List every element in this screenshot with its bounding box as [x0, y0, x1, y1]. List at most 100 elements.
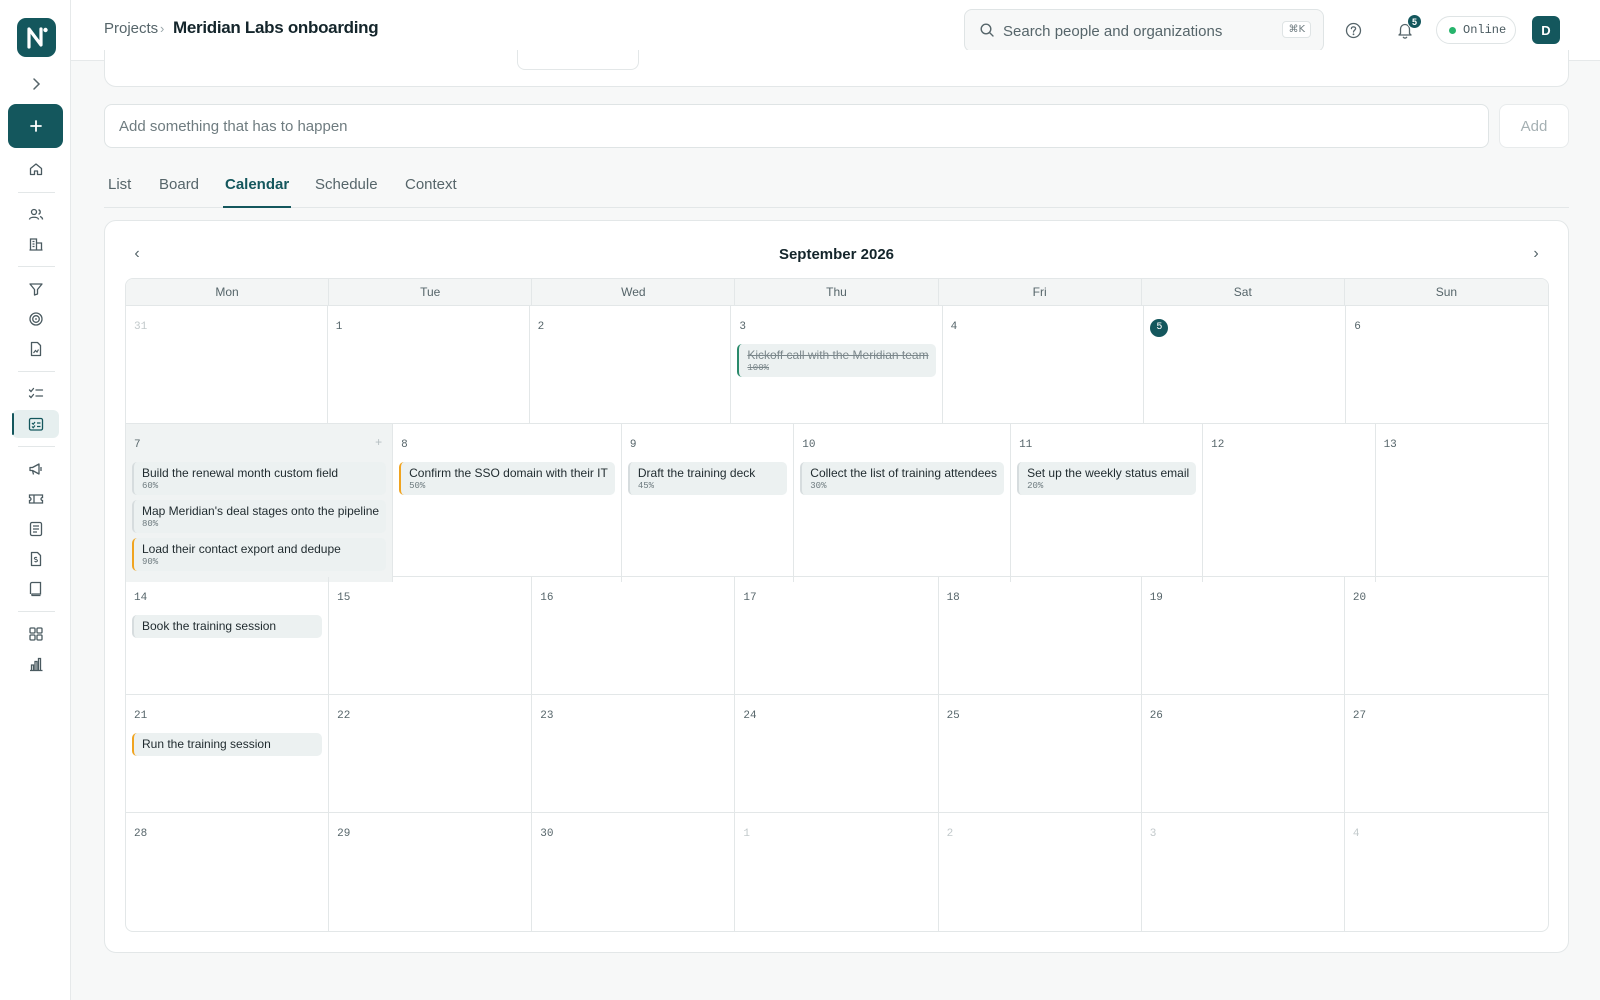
- day-number: 31: [134, 321, 148, 333]
- sidebar-item-tickets[interactable]: [22, 485, 50, 513]
- calendar-day-cell[interactable]: 31: [126, 306, 328, 423]
- calendar-event[interactable]: Set up the weekly status email 20%: [1017, 462, 1197, 495]
- event-title: Load their contact export and dedupe: [142, 542, 341, 556]
- sidebar-item-documents[interactable]: [22, 515, 50, 543]
- calendar-event[interactable]: Map Meridian's deal stages onto the pipe…: [132, 500, 387, 533]
- calendar-day-cell[interactable]: 19: [1142, 577, 1345, 694]
- calendar-day-cell[interactable]: 30: [532, 813, 736, 931]
- calendar-day-cell[interactable]: 8 Confirm the SSO domain with their IT 50%: [393, 424, 622, 582]
- sidebar-item-tasks[interactable]: [22, 380, 50, 408]
- app-logo[interactable]: [17, 18, 56, 57]
- day-number: 23: [540, 710, 554, 722]
- calendar-event[interactable]: Kickoff call with the Meridian team 100%: [737, 344, 936, 377]
- calendar-event[interactable]: Load their contact export and dedupe 90%: [132, 538, 387, 571]
- calendar-day-cell[interactable]: 4: [943, 306, 1145, 423]
- calendar-day-cell[interactable]: 6: [1346, 306, 1548, 423]
- sidebar-item-people[interactable]: [22, 200, 50, 228]
- project-summary-card: [104, 50, 1569, 87]
- add-item-button[interactable]: Add: [1499, 104, 1569, 148]
- expand-sidebar-button[interactable]: [24, 72, 48, 96]
- weekday-header: Fri: [939, 279, 1142, 305]
- calendar-day-cell[interactable]: 2: [530, 306, 732, 423]
- global-search[interactable]: ⌘K: [964, 9, 1324, 52]
- day-events: Set up the weekly status email 20%: [1017, 462, 1197, 495]
- event-title: Collect the list of training attendees: [810, 466, 998, 480]
- sidebar-item-projects[interactable]: [12, 410, 59, 438]
- calendar-day-cell[interactable]: 26: [1142, 695, 1345, 812]
- search-icon: [979, 22, 995, 43]
- sidebar-divider: [18, 266, 55, 267]
- sidebar-item-analytics[interactable]: [22, 650, 50, 678]
- calendar-day-cell[interactable]: 3 Kickoff call with the Meridian team 100%: [731, 306, 943, 423]
- tab-context[interactable]: Context: [403, 176, 459, 208]
- calendar-event[interactable]: Book the training session: [132, 615, 323, 638]
- sidebar-item-pipeline[interactable]: [22, 275, 50, 303]
- calendar-day-cell[interactable]: 24: [735, 695, 939, 812]
- day-number: 18: [946, 592, 960, 604]
- event-progress: 30%: [810, 481, 827, 491]
- calendar-day-cell[interactable]: 27: [1345, 695, 1548, 812]
- calendar-day-cell[interactable]: 7 + Build the renewal month custom field 60…: [126, 424, 394, 582]
- tab-schedule[interactable]: Schedule: [313, 176, 380, 208]
- calendar-event[interactable]: Draft the training deck 45%: [627, 462, 788, 495]
- calendar-day-cell[interactable]: 20: [1345, 577, 1548, 694]
- calendar-day-cell[interactable]: 16: [532, 577, 736, 694]
- sidebar-item-invoices[interactable]: [22, 545, 50, 573]
- calendar-day-cell[interactable]: 4: [1345, 813, 1548, 931]
- day-events: Build the renewal month custom field 60% M…: [132, 462, 387, 571]
- sidebar-divider: [18, 446, 55, 447]
- sidebar-item-goals[interactable]: [22, 305, 50, 333]
- sidebar-item-reports[interactable]: [22, 335, 50, 363]
- calendar-day-cell[interactable]: 11 Set up the weekly status email 20%: [1011, 424, 1204, 582]
- tab-calendar[interactable]: Calendar: [223, 176, 292, 208]
- calendar-day-cell[interactable]: 15: [329, 577, 533, 694]
- day-number: 13: [1383, 439, 1397, 451]
- sidebar-divider: [18, 192, 55, 193]
- calendar-day-cell[interactable]: 3: [1142, 813, 1345, 931]
- calendar-day-cell[interactable]: 1: [328, 306, 530, 423]
- calendar-day-cell[interactable]: 5: [1144, 306, 1347, 423]
- calendar-day-cell[interactable]: 13: [1376, 424, 1548, 582]
- event-progress: 90%: [142, 557, 159, 567]
- search-input[interactable]: [1003, 20, 1273, 42]
- calendar-event[interactable]: Run the training session: [132, 733, 323, 756]
- sidebar-item-knowledge[interactable]: [22, 575, 50, 603]
- sidebar-item-campaigns[interactable]: [22, 455, 50, 483]
- invoice-icon: [30, 551, 42, 567]
- calendar-day-cell[interactable]: 9 Draft the training deck 45%: [622, 424, 795, 582]
- new-item-input[interactable]: [104, 104, 1489, 148]
- calendar-day-cell[interactable]: 17: [735, 577, 939, 694]
- calendar-week-row: 14 Book the training session 15 16 17 18 19 20: [126, 577, 1548, 695]
- calendar-event[interactable]: Confirm the SSO domain with their IT 50%: [399, 462, 615, 495]
- user-avatar[interactable]: D: [1532, 16, 1560, 44]
- breadcrumb-projects[interactable]: Projects: [104, 20, 158, 37]
- calendar-event[interactable]: Collect the list of training attendees 30…: [800, 462, 1005, 495]
- calendar-day-cell[interactable]: 28: [126, 813, 330, 931]
- tab-list[interactable]: List: [106, 176, 133, 208]
- calendar-day-cell[interactable]: 22: [329, 695, 533, 812]
- sidebar-item-home[interactable]: [22, 155, 50, 183]
- help-button[interactable]: [1341, 18, 1365, 42]
- page-title: Meridian Labs onboarding: [173, 18, 379, 37]
- calendar-day-cell[interactable]: 25: [939, 695, 1142, 812]
- add-event-icon[interactable]: +: [375, 435, 382, 449]
- calendar-day-cell[interactable]: 18: [939, 577, 1142, 694]
- tab-board[interactable]: Board: [157, 176, 201, 208]
- day-number: 28: [134, 828, 148, 840]
- sidebar-item-apps[interactable]: [22, 620, 50, 648]
- calendar-day-cell[interactable]: 29: [329, 813, 533, 931]
- create-new-button[interactable]: [8, 104, 63, 148]
- calendar-day-cell[interactable]: 2: [939, 813, 1142, 931]
- calendar-day-cell[interactable]: 10 Collect the list of training attendees…: [794, 424, 1012, 582]
- calendar-day-cell[interactable]: 23: [532, 695, 736, 812]
- event-title: Kickoff call with the Meridian team: [747, 348, 929, 362]
- presence-status[interactable]: Online: [1436, 16, 1516, 44]
- calendar-day-cell[interactable]: 12: [1203, 424, 1376, 582]
- calendar-day-cell[interactable]: 14 Book the training session: [126, 577, 330, 694]
- sidebar-item-organizations[interactable]: [22, 230, 50, 258]
- calendar-day-cell[interactable]: 1: [735, 813, 939, 931]
- next-month-button[interactable]: ›: [1526, 244, 1546, 264]
- event-progress: 80%: [142, 519, 159, 529]
- calendar-day-cell[interactable]: 21 Run the training session: [126, 695, 330, 812]
- calendar-event[interactable]: Build the renewal month custom field 60%: [132, 462, 387, 495]
